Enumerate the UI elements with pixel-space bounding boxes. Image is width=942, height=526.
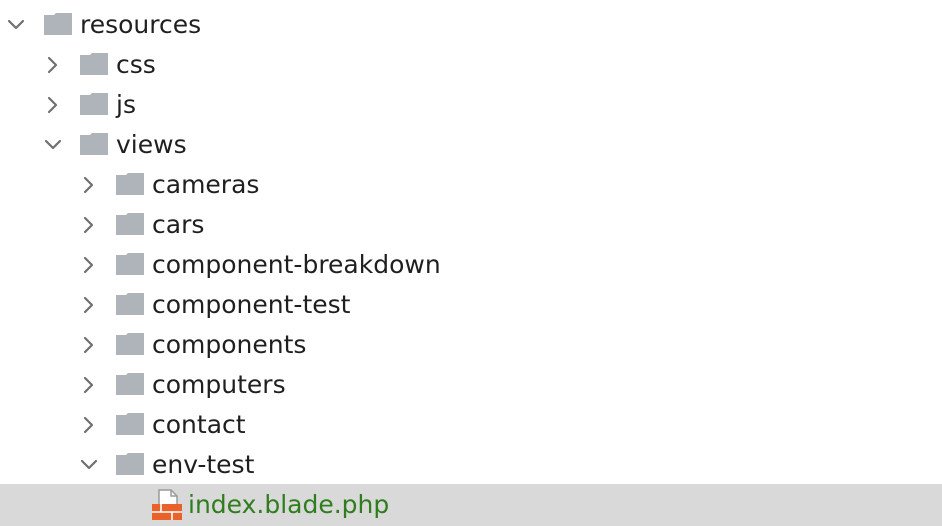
tree-node-contact[interactable]: contact (0, 405, 942, 445)
folder-icon (80, 92, 108, 116)
tree-node-index-blade-php[interactable]: index.blade.php (0, 484, 942, 526)
tree-node-label: env-test (152, 450, 255, 479)
chevron-right-icon[interactable] (79, 415, 99, 435)
folder-icon (116, 252, 144, 276)
folder-icon (116, 172, 144, 196)
chevron-right-icon[interactable] (43, 95, 63, 115)
tree-node-label: component-breakdown (152, 250, 441, 279)
tree-node-resources[interactable]: resources (0, 5, 942, 45)
tree-node-cameras[interactable]: cameras (0, 165, 942, 205)
tree-node-label: index.blade.php (188, 490, 390, 519)
folder-icon (44, 12, 72, 36)
tree-node-cars[interactable]: cars (0, 205, 942, 245)
project-tree: resources css js views cameras cars comp… (0, 0, 942, 526)
folder-icon (116, 412, 144, 436)
tree-node-env-test[interactable]: env-test (0, 445, 942, 485)
chevron-right-icon[interactable] (43, 55, 63, 75)
chevron-right-icon[interactable] (79, 295, 99, 315)
tree-node-label: views (116, 130, 187, 159)
tree-node-js[interactable]: js (0, 85, 942, 125)
chevron-right-icon[interactable] (79, 255, 99, 275)
chevron-right-icon[interactable] (79, 375, 99, 395)
tree-node-label: js (116, 90, 136, 119)
chevron-right-icon[interactable] (79, 175, 99, 195)
folder-icon (116, 332, 144, 356)
tree-node-label: resources (80, 10, 202, 39)
tree-node-label: contact (152, 410, 246, 439)
tree-node-computers[interactable]: computers (0, 365, 942, 405)
folder-icon (116, 292, 144, 316)
tree-node-label: components (152, 330, 307, 359)
blade-file-icon (151, 489, 183, 521)
folder-icon (80, 132, 108, 156)
chevron-down-icon[interactable] (6, 15, 26, 35)
tree-node-label: cars (152, 210, 205, 239)
tree-node-label: cameras (152, 170, 260, 199)
chevron-down-icon[interactable] (43, 135, 63, 155)
tree-node-css[interactable]: css (0, 45, 942, 85)
tree-node-label: computers (152, 370, 286, 399)
tree-node-component-test[interactable]: component-test (0, 285, 942, 325)
folder-icon (116, 372, 144, 396)
chevron-down-icon[interactable] (79, 455, 99, 475)
tree-node-components[interactable]: components (0, 325, 942, 365)
folder-icon (116, 212, 144, 236)
chevron-right-icon[interactable] (79, 335, 99, 355)
folder-icon (80, 52, 108, 76)
folder-icon (116, 452, 144, 476)
tree-node-label: component-test (152, 290, 351, 319)
tree-node-views[interactable]: views (0, 125, 942, 165)
tree-node-label: css (116, 50, 156, 79)
chevron-right-icon[interactable] (79, 215, 99, 235)
tree-node-component-breakdown[interactable]: component-breakdown (0, 245, 942, 285)
